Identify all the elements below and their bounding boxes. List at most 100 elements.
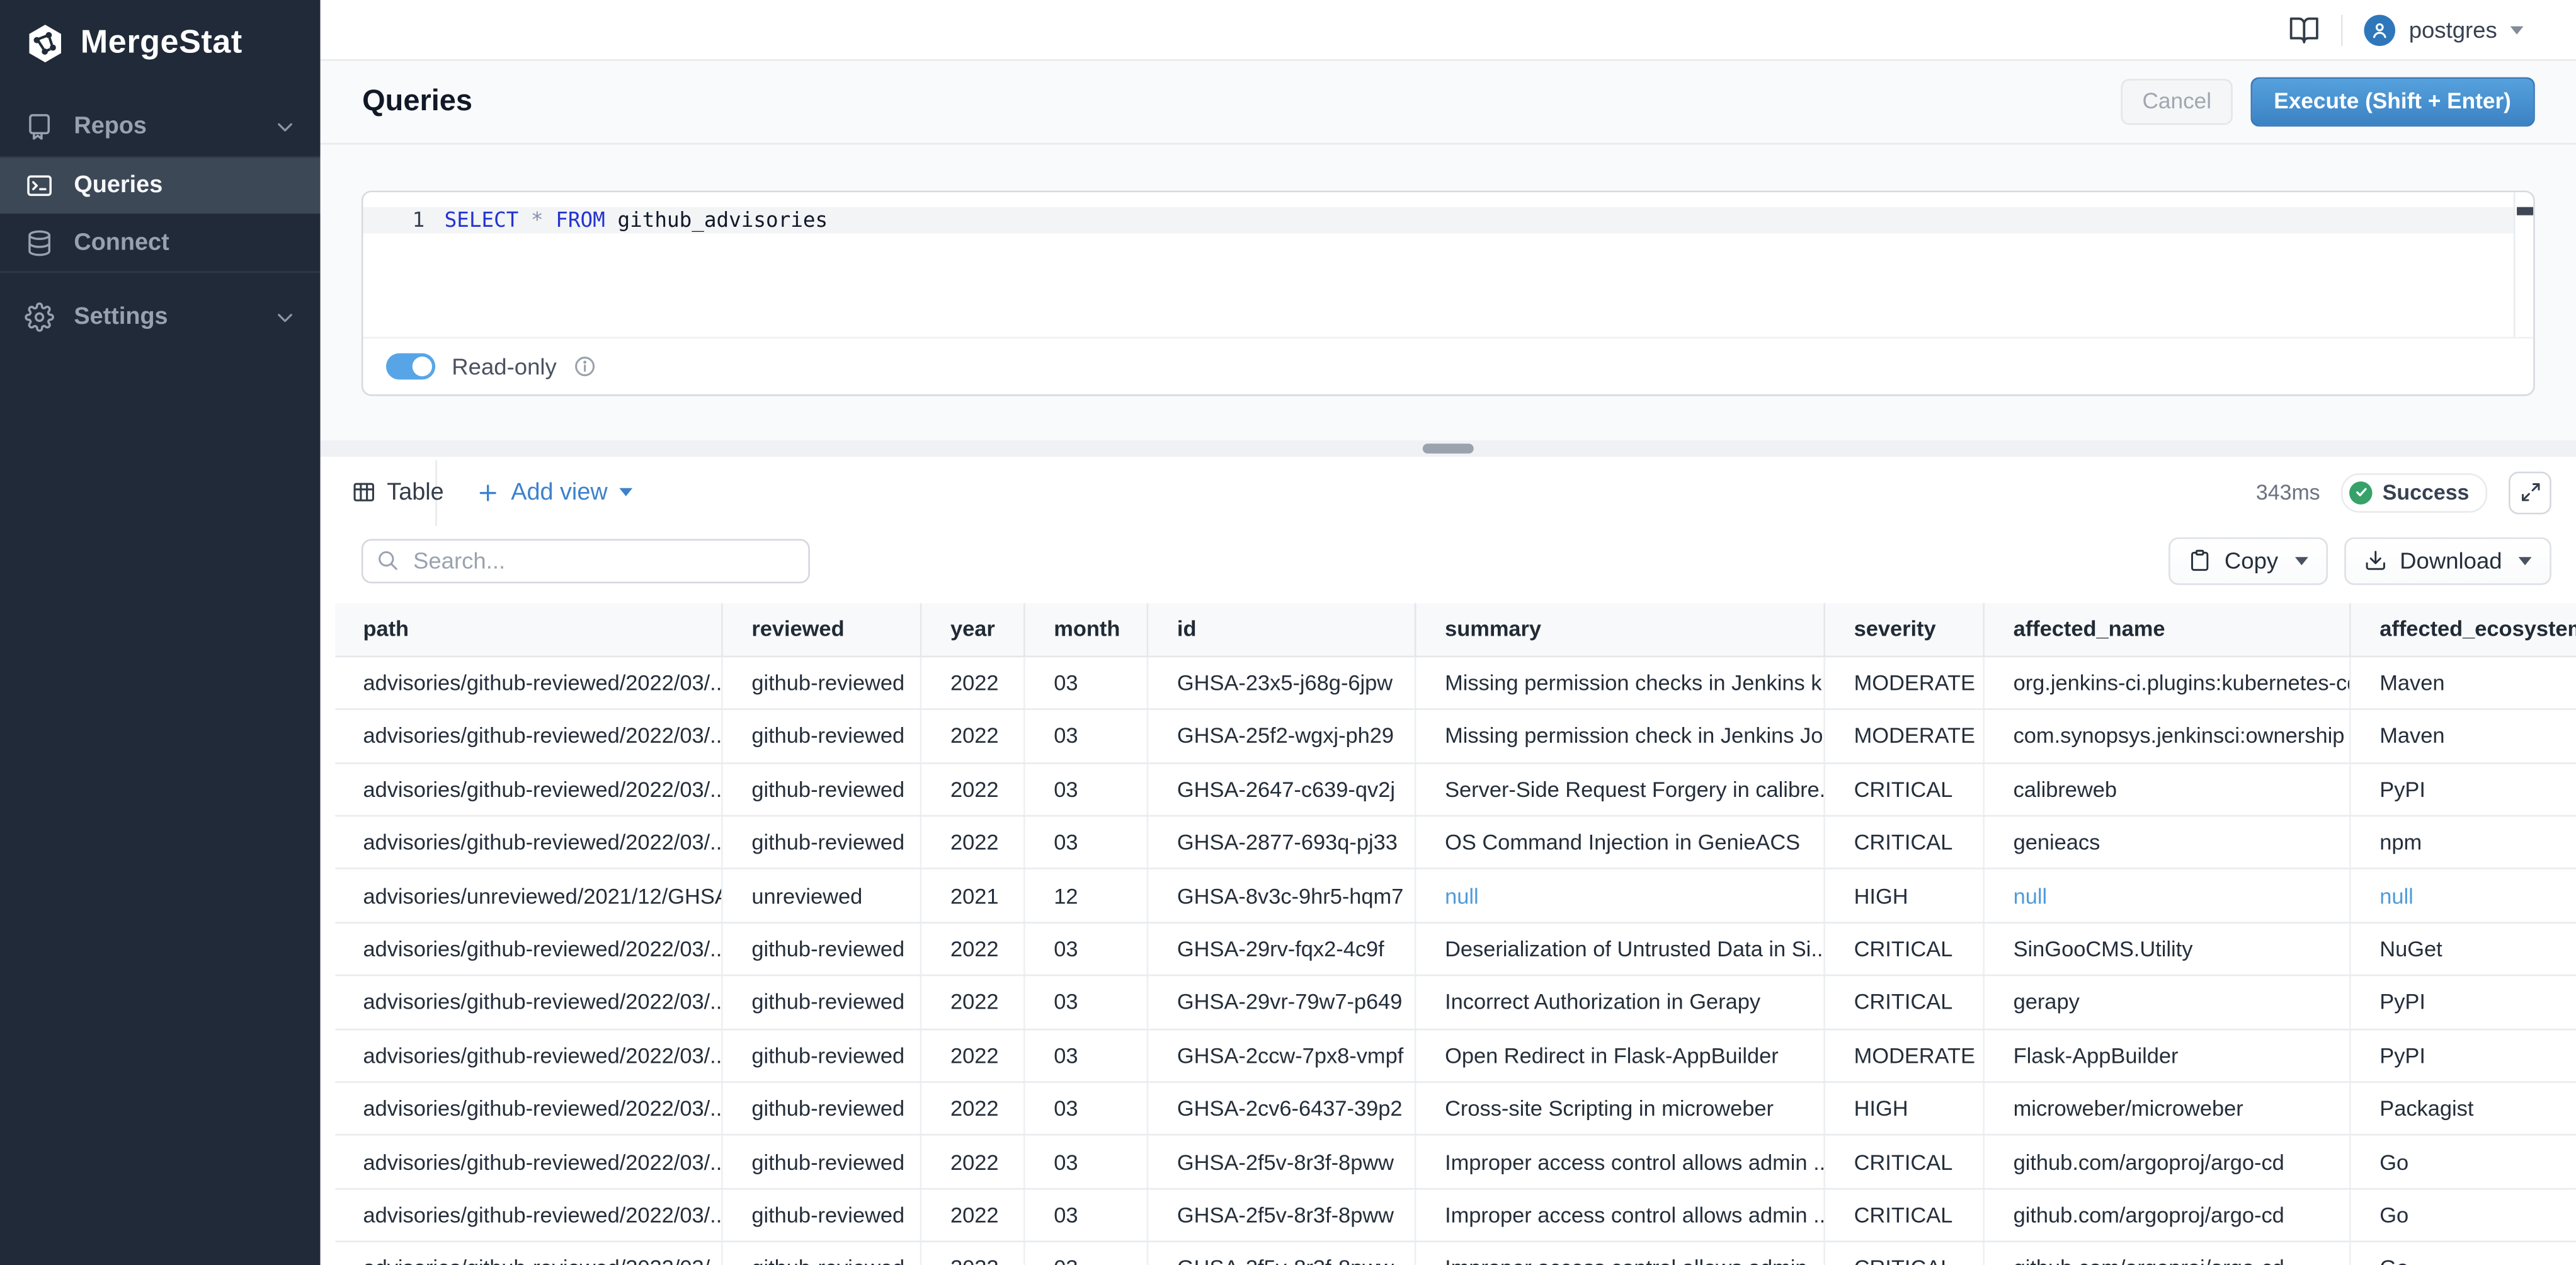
readonly-toggle[interactable] bbox=[386, 353, 435, 379]
table-row: advisories/github-reviewed/2022/03/...gi… bbox=[334, 1188, 2576, 1241]
copy-button[interactable]: Copy bbox=[2169, 537, 2327, 585]
table-row: advisories/github-reviewed/2022/03/...gi… bbox=[334, 1029, 2576, 1082]
cell-reviewed: github-reviewed bbox=[722, 656, 921, 709]
cell-id: GHSA-2f5v-8r3f-8pww bbox=[1148, 1135, 1415, 1188]
column-header-reviewed[interactable]: reviewed bbox=[722, 602, 921, 656]
table-row: advisories/github-reviewed/2022/03/...gi… bbox=[334, 1135, 2576, 1188]
cell-year: 2022 bbox=[921, 656, 1024, 709]
editor-scrollbar[interactable] bbox=[2513, 192, 2533, 336]
cell-severity: CRITICAL bbox=[1825, 975, 1984, 1028]
table-row: advisories/github-reviewed/2022/03/...gi… bbox=[334, 975, 2576, 1028]
sidebar-item-connect[interactable]: Connect bbox=[0, 214, 321, 273]
cell-year: 2022 bbox=[921, 1188, 1024, 1241]
sidebar-item-queries[interactable]: Queries bbox=[0, 157, 321, 214]
cell-month: 03 bbox=[1024, 656, 1148, 709]
search-box bbox=[361, 538, 810, 582]
brand-name: MergeStat bbox=[81, 25, 242, 62]
cell-summary: Missing permission check in Jenkins Jo..… bbox=[1415, 709, 1824, 762]
cell-affected_ecosystem: PyPI bbox=[2350, 763, 2576, 816]
cell-affected_name: genieacs bbox=[1984, 816, 2351, 869]
cell-affected_name: null bbox=[1984, 869, 2351, 922]
user-menu[interactable]: postgres bbox=[2364, 14, 2523, 45]
database-icon bbox=[25, 228, 54, 258]
cell-affected_name: org.jenkins-ci.plugins:kubernetes-cd bbox=[1984, 656, 2351, 709]
cell-affected_name: microweber/microweber bbox=[1984, 1082, 2351, 1135]
brand-logo[interactable]: MergeStat bbox=[0, 0, 321, 64]
scrollbar-annotation bbox=[2516, 206, 2533, 214]
splitter bbox=[321, 440, 2576, 456]
add-view-button[interactable]: Add view bbox=[476, 479, 632, 505]
cell-affected_ecosystem: npm bbox=[2350, 816, 2576, 869]
caret-down-icon bbox=[2294, 556, 2308, 564]
copy-label: Copy bbox=[2225, 547, 2278, 574]
cell-year: 2022 bbox=[921, 816, 1024, 869]
cell-path: advisories/github-reviewed/2022/03/... bbox=[334, 922, 722, 975]
column-header-year[interactable]: year bbox=[921, 602, 1024, 656]
cell-id: GHSA-2647-c639-qv2j bbox=[1148, 763, 1415, 816]
results-section: Table Add view 343ms bbox=[321, 456, 2576, 1265]
query-duration: 343ms bbox=[2256, 480, 2320, 505]
cell-affected_ecosystem: Go bbox=[2350, 1135, 2576, 1188]
filter-row: Copy Download bbox=[321, 525, 2576, 584]
cell-month: 03 bbox=[1024, 1082, 1148, 1135]
sidebar-item-repos[interactable]: Repos bbox=[0, 99, 321, 157]
cell-reviewed: github-reviewed bbox=[722, 816, 921, 869]
column-header-severity[interactable]: severity bbox=[1825, 602, 1984, 656]
column-header-month[interactable]: month bbox=[1024, 602, 1148, 656]
line-number: 1 bbox=[362, 207, 425, 232]
download-icon bbox=[2364, 549, 2387, 572]
table-row: advisories/github-reviewed/2022/03/...gi… bbox=[334, 1242, 2576, 1265]
cell-affected_ecosystem: NuGet bbox=[2350, 922, 2576, 975]
user-name: postgres bbox=[2409, 16, 2497, 43]
table-row: advisories/github-reviewed/2022/03/...gi… bbox=[334, 922, 2576, 975]
cell-severity: CRITICAL bbox=[1825, 1242, 1984, 1265]
cell-severity: CRITICAL bbox=[1825, 1188, 1984, 1241]
cell-year: 2022 bbox=[921, 922, 1024, 975]
expand-button[interactable] bbox=[2509, 471, 2551, 513]
cell-summary: Open Redirect in Flask-AppBuilder bbox=[1415, 1029, 1824, 1082]
column-header-affected_name[interactable]: affected_name bbox=[1984, 602, 2351, 656]
cell-month: 03 bbox=[1024, 816, 1148, 869]
add-view-label: Add view bbox=[511, 479, 607, 505]
cell-id: GHSA-2f5v-8r3f-8pww bbox=[1148, 1242, 1415, 1265]
table-grid-icon bbox=[351, 480, 375, 505]
column-header-id[interactable]: id bbox=[1148, 602, 1415, 656]
cell-year: 2022 bbox=[921, 975, 1024, 1028]
cell-month: 03 bbox=[1024, 975, 1148, 1028]
avatar bbox=[2364, 14, 2396, 45]
sidebar-item-label: Settings bbox=[74, 305, 168, 331]
cell-month: 12 bbox=[1024, 869, 1148, 922]
cancel-button[interactable]: Cancel bbox=[2121, 79, 2233, 125]
cell-month: 03 bbox=[1024, 763, 1148, 816]
cell-reviewed: github-reviewed bbox=[722, 1242, 921, 1265]
topbar: postgres bbox=[321, 0, 2576, 61]
terminal-icon bbox=[25, 171, 54, 200]
cell-path: advisories/github-reviewed/2022/03/... bbox=[334, 975, 722, 1028]
cell-reviewed: github-reviewed bbox=[722, 1188, 921, 1241]
cell-id: GHSA-2cv6-6437-39p2 bbox=[1148, 1082, 1415, 1135]
cell-path: advisories/github-reviewed/2022/03/... bbox=[334, 816, 722, 869]
download-button[interactable]: Download bbox=[2344, 537, 2551, 585]
docs-book-open-icon[interactable] bbox=[2289, 14, 2320, 45]
column-header-summary[interactable]: summary bbox=[1415, 602, 1824, 656]
chevron-down-icon bbox=[273, 115, 297, 139]
cell-month: 03 bbox=[1024, 922, 1148, 975]
tab-table[interactable]: Table bbox=[334, 459, 437, 525]
execute-button[interactable]: Execute (Shift + Enter) bbox=[2251, 77, 2534, 126]
cell-year: 2022 bbox=[921, 1135, 1024, 1188]
search-input[interactable] bbox=[410, 546, 795, 575]
cell-path: advisories/github-reviewed/2022/03/... bbox=[334, 1082, 722, 1135]
sidebar-item-label: Connect bbox=[74, 229, 169, 256]
results-tabs-row: Table Add view 343ms bbox=[321, 459, 2576, 525]
cell-month: 03 bbox=[1024, 1135, 1148, 1188]
sidebar-item-settings[interactable]: Settings bbox=[0, 289, 321, 346]
sql-editor[interactable]: 1 SELECT * FROM github_advisories bbox=[362, 192, 2533, 338]
column-header-affected_ecosystem[interactable]: affected_ecosystem bbox=[2350, 602, 2576, 656]
download-label: Download bbox=[2400, 547, 2502, 574]
sql-editor-panel: 1 SELECT * FROM github_advisories Read-o… bbox=[361, 190, 2534, 395]
cell-id: GHSA-2877-693q-pj33 bbox=[1148, 816, 1415, 869]
splitter-drag-handle[interactable] bbox=[1423, 444, 1474, 454]
sidebar-gap bbox=[0, 273, 321, 289]
column-header-path[interactable]: path bbox=[334, 602, 722, 656]
info-icon[interactable] bbox=[573, 354, 596, 377]
